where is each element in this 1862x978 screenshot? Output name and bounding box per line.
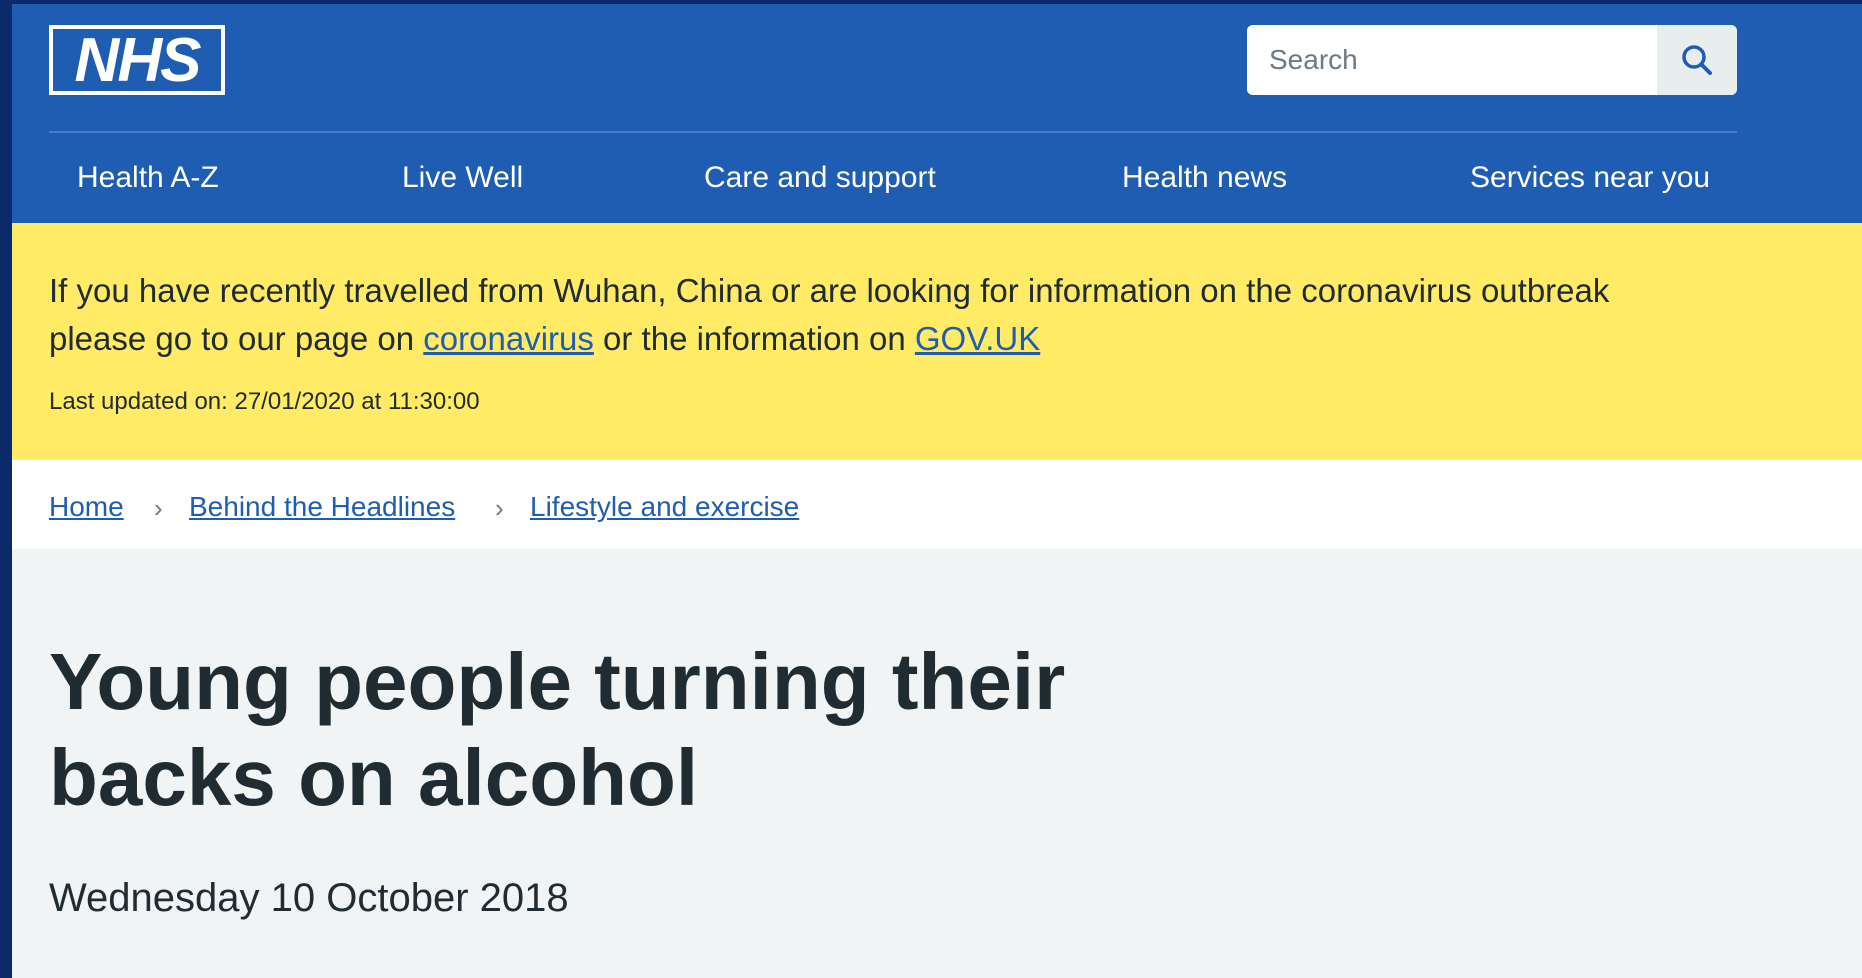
nhs-logo-text: NHS — [75, 26, 202, 95]
alert-last-updated: Last updated on: 27/01/2020 at 11:30:00 — [49, 388, 480, 415]
search-button[interactable] — [1657, 25, 1737, 95]
search-form — [1247, 25, 1737, 95]
nav-health-a-z[interactable]: Health A-Z — [77, 160, 219, 196]
breadcrumb-separator-icon: › — [154, 493, 163, 523]
nav-health-news[interactable]: Health news — [1122, 160, 1287, 196]
search-input[interactable] — [1247, 25, 1657, 95]
search-icon — [1682, 45, 1712, 75]
breadcrumb-behind-the-headlines[interactable]: Behind the Headlines — [189, 490, 455, 524]
primary-nav: Health A-Z Live Well Care and support He… — [12, 134, 1862, 223]
breadcrumb-lifestyle-and-exercise[interactable]: Lifestyle and exercise — [530, 490, 799, 524]
coronavirus-link[interactable]: coronavirus — [423, 320, 594, 357]
breadcrumb-separator-icon: › — [495, 493, 504, 523]
article-date: Wednesday 10 October 2018 — [49, 876, 569, 920]
site-header: NHS Health A-Z Live Well Care and suppor… — [12, 4, 1862, 223]
page-frame: NHS Health A-Z Live Well Care and suppor… — [12, 4, 1862, 978]
gov-uk-link[interactable]: GOV.UK — [915, 320, 1040, 357]
alert-text-middle: or the information on — [593, 320, 915, 357]
alert-message: If you have recently travelled from Wuha… — [49, 267, 1649, 363]
nav-live-well[interactable]: Live Well — [402, 160, 523, 196]
nav-care-and-support[interactable]: Care and support — [704, 160, 936, 196]
header-divider — [49, 131, 1737, 133]
nav-services-near-you[interactable]: Services near you — [1470, 160, 1710, 196]
article-title: Young people turning their backs on alco… — [49, 637, 1066, 822]
coronavirus-alert-banner: If you have recently travelled from Wuha… — [12, 223, 1862, 460]
nhs-logo[interactable]: NHS — [49, 25, 225, 95]
breadcrumb: Home › Behind the Headlines › Lifestyle … — [12, 460, 1862, 549]
breadcrumb-home[interactable]: Home — [49, 490, 124, 524]
